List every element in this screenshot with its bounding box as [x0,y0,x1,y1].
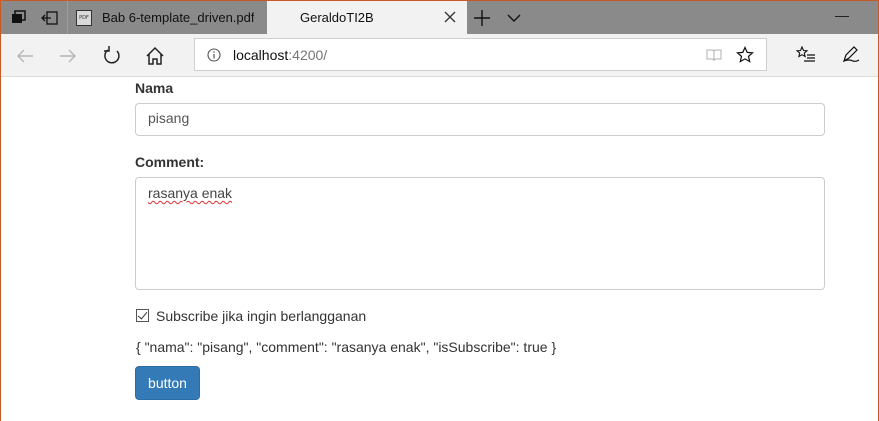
back-icon[interactable] [13,44,37,68]
nama-label: Nama [135,80,174,96]
new-tab-icon[interactable] [471,7,493,29]
tab-manager-icon[interactable] [3,1,35,34]
tab-active[interactable]: GeraldoTI2B [267,1,467,34]
navigation-bar: localhost:4200/ [1,34,878,77]
tab-title: Bab 6-template_driven.pdf [102,10,255,25]
minimize-icon[interactable] [835,16,849,17]
page-content: Nama pisang Comment: rasanya enak Subscr… [1,78,878,421]
reading-view-icon[interactable] [706,47,722,63]
url-host: localhost [233,47,289,63]
form-json-output: { "nama": "pisang", "comment": "rasanya … [136,339,557,355]
subscribe-checkbox[interactable] [136,309,149,322]
web-note-pen-icon[interactable] [841,44,861,64]
tab-pdf[interactable]: PDF Bab 6-template_driven.pdf [67,1,267,34]
url-port: :4200/ [288,47,328,63]
forward-icon[interactable] [56,44,80,68]
subscribe-label[interactable]: Subscribe jika ingin berlangganan [156,308,366,324]
pdf-icon: PDF [76,9,92,26]
address-bar[interactable]: localhost:4200/ [194,38,767,71]
favorite-star-icon[interactable] [736,46,754,64]
chevron-down-icon[interactable] [503,7,525,29]
url-text[interactable]: localhost:4200/ [233,47,327,63]
comment-text: rasanya enak [148,185,233,201]
refresh-icon[interactable] [100,44,124,68]
submit-button[interactable]: button [135,366,200,400]
tab-title: GeraldoTI2B [300,10,374,25]
close-icon[interactable] [441,8,459,26]
favorites-hub-icon[interactable] [796,45,816,65]
tab-strip: PDF Bab 6-template_driven.pdf GeraldoTI2… [1,1,878,34]
info-icon[interactable] [207,48,221,62]
comment-textarea[interactable]: rasanya enak [135,177,825,290]
set-tabs-aside-icon[interactable] [34,1,66,34]
nama-input[interactable]: pisang [135,103,825,136]
browser-window: PDF Bab 6-template_driven.pdf GeraldoTI2… [0,0,879,421]
home-icon[interactable] [143,44,167,68]
comment-label: Comment: [135,154,205,170]
